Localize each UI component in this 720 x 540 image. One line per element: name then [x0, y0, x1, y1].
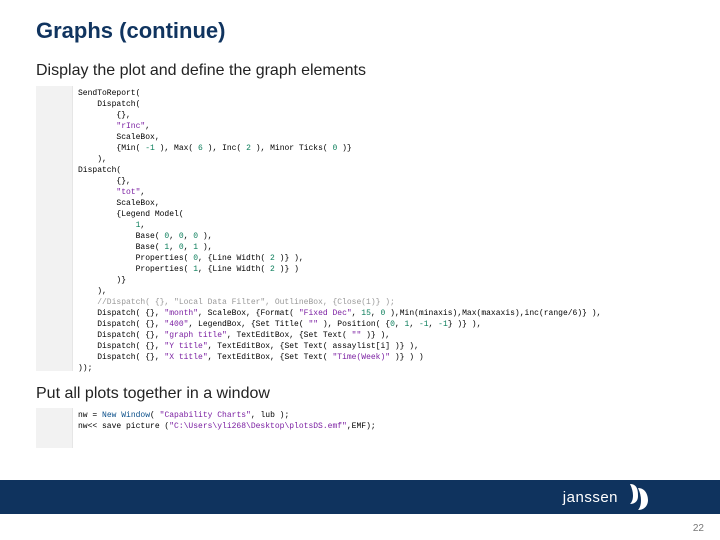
page-title: Graphs (continue)	[36, 18, 225, 44]
code-block-1: SendToReport( Dispatch( {}, "rInc", Scal…	[36, 86, 684, 371]
page-number: 22	[693, 523, 704, 534]
subtitle-2: Put all plots together in a window	[36, 385, 270, 403]
brand-text: janssen	[563, 489, 618, 506]
subtitle-1: Display the plot and define the graph el…	[36, 62, 366, 80]
janssen-logo-icon	[624, 482, 650, 512]
code-gutter	[36, 408, 73, 448]
slide: Graphs (continue) Display the plot and d…	[0, 0, 720, 540]
brand-logo: janssen	[563, 482, 650, 512]
code-content-2: nw = New Window( "Capability Charts", lu…	[78, 410, 684, 432]
code-block-2: nw = New Window( "Capability Charts", lu…	[36, 408, 684, 448]
code-content-1: SendToReport( Dispatch( {}, "rInc", Scal…	[78, 88, 684, 374]
code-gutter	[36, 86, 73, 371]
